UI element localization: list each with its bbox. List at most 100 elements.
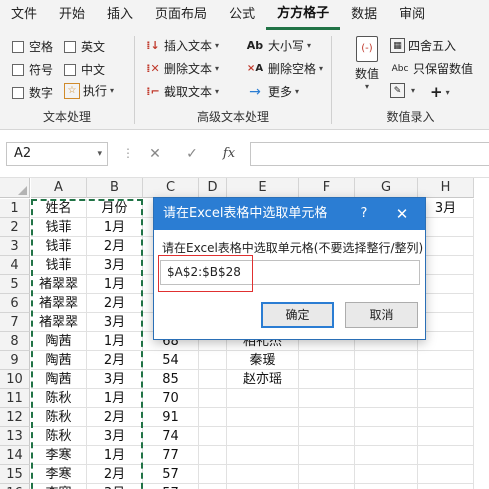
help-icon[interactable]: ? xyxy=(356,198,372,230)
delete-text-button[interactable]: ⁞✕ 删除文本 ▾ xyxy=(145,60,219,77)
cell-h1[interactable]: 3月 xyxy=(418,199,474,218)
cell-h3[interactable] xyxy=(418,237,474,256)
round-button[interactable]: ▦ 四舍五入 xyxy=(390,37,456,54)
cell-h14[interactable] xyxy=(418,446,474,465)
cell-c14[interactable]: 77 xyxy=(143,446,199,465)
cell-e16[interactable] xyxy=(227,484,299,489)
cell-d16[interactable] xyxy=(199,484,227,489)
menu-fangfang-gezi[interactable]: 方方格子 xyxy=(266,0,341,30)
cell-a11[interactable]: 陈秋 xyxy=(31,389,87,408)
cell-a5[interactable]: 褚翠翠 xyxy=(31,275,87,294)
cell-d11[interactable] xyxy=(199,389,227,408)
cell-f12[interactable] xyxy=(299,408,355,427)
menu-file[interactable]: 文件 xyxy=(0,0,48,30)
cell-b3[interactable]: 2月 xyxy=(87,237,143,256)
cell-d13[interactable] xyxy=(199,427,227,446)
ok-button[interactable]: 确定 xyxy=(261,302,334,328)
checkbox-symbol[interactable]: 符号 xyxy=(12,61,53,78)
checkbox-english[interactable]: 英文 xyxy=(64,38,105,55)
cell-h2[interactable] xyxy=(418,218,474,237)
cell-e10[interactable]: 赵亦瑶 xyxy=(227,370,299,389)
cell-g16[interactable] xyxy=(355,484,418,489)
cell-e14[interactable] xyxy=(227,446,299,465)
cell-f11[interactable] xyxy=(299,389,355,408)
cell-a6[interactable]: 褚翠翠 xyxy=(31,294,87,313)
cell-a2[interactable]: 钱菲 xyxy=(31,218,87,237)
case-button[interactable]: Ab 大小写 ▾ xyxy=(245,37,311,54)
column-header-h[interactable]: H xyxy=(418,178,474,198)
range-input[interactable]: $A$2:$B$28 xyxy=(160,260,420,285)
cell-g15[interactable] xyxy=(355,465,418,484)
cell-e12[interactable] xyxy=(227,408,299,427)
keep-value-button[interactable]: Abc 只保留数值 xyxy=(390,60,473,77)
cell-b5[interactable]: 1月 xyxy=(87,275,143,294)
cell-g12[interactable] xyxy=(355,408,418,427)
cell-b16[interactable]: 3月 xyxy=(87,484,143,489)
cell-d12[interactable] xyxy=(199,408,227,427)
cell-b13[interactable]: 3月 xyxy=(87,427,143,446)
cell-b6[interactable]: 2月 xyxy=(87,294,143,313)
cancel-icon[interactable]: ✕ xyxy=(143,142,167,166)
menu-formulas[interactable]: 公式 xyxy=(218,0,266,30)
row-header[interactable]: 15 xyxy=(0,465,30,484)
checkbox-chinese[interactable]: 中文 xyxy=(64,61,105,78)
column-header-e[interactable]: E xyxy=(227,178,299,198)
checkbox-space[interactable]: 空格 xyxy=(12,38,53,55)
dialog-title-bar[interactable]: 请在Excel表格中选取单元格 ? ✕ xyxy=(154,198,425,230)
cell-h7[interactable] xyxy=(418,313,474,332)
cell-g11[interactable] xyxy=(355,389,418,408)
row-header[interactable]: 2 xyxy=(0,218,30,237)
column-header-a[interactable]: A xyxy=(31,178,87,198)
cell-b8[interactable]: 1月 xyxy=(87,332,143,351)
cell-g9[interactable] xyxy=(355,351,418,370)
row-header[interactable]: 9 xyxy=(0,351,30,370)
cell-f15[interactable] xyxy=(299,465,355,484)
execute-button[interactable]: ☆ 执行 ▾ xyxy=(64,82,114,99)
cell-h8[interactable] xyxy=(418,332,474,351)
cell-e9[interactable]: 秦瑗 xyxy=(227,351,299,370)
row-header[interactable]: 12 xyxy=(0,408,30,427)
cell-h9[interactable] xyxy=(418,351,474,370)
cell-b12[interactable]: 2月 xyxy=(87,408,143,427)
checkbox-number[interactable]: 数字 xyxy=(12,84,53,101)
row-header[interactable]: 13 xyxy=(0,427,30,446)
cell-b11[interactable]: 1月 xyxy=(87,389,143,408)
cell-a1[interactable]: 姓名 xyxy=(31,199,87,218)
row-header[interactable]: 11 xyxy=(0,389,30,408)
cell-e15[interactable] xyxy=(227,465,299,484)
row-header[interactable]: 8 xyxy=(0,332,30,351)
cell-d14[interactable] xyxy=(199,446,227,465)
close-icon[interactable]: ✕ xyxy=(392,198,412,230)
row-header[interactable]: 14 xyxy=(0,446,30,465)
cell-c10[interactable]: 85 xyxy=(143,370,199,389)
edit-values-button[interactable]: ✎ ▾ xyxy=(390,83,415,98)
more-button[interactable]: → 更多 ▾ xyxy=(245,83,299,100)
name-box[interactable]: A2 ▾ xyxy=(6,142,108,166)
insert-text-button[interactable]: ⁞↓ 插入文本 ▾ xyxy=(145,37,219,54)
row-header[interactable]: 10 xyxy=(0,370,30,389)
cell-h10[interactable] xyxy=(418,370,474,389)
select-all-corner[interactable] xyxy=(0,178,30,198)
cell-f16[interactable] xyxy=(299,484,355,489)
cell-b2[interactable]: 1月 xyxy=(87,218,143,237)
menu-insert[interactable]: 插入 xyxy=(96,0,144,30)
menu-page-layout[interactable]: 页面布局 xyxy=(144,0,218,30)
cell-h15[interactable] xyxy=(418,465,474,484)
cell-d15[interactable] xyxy=(199,465,227,484)
menu-data[interactable]: 数据 xyxy=(340,0,388,30)
cell-h13[interactable] xyxy=(418,427,474,446)
cell-d10[interactable] xyxy=(199,370,227,389)
cell-b1[interactable]: 月份 xyxy=(87,199,143,218)
confirm-icon[interactable]: ✓ xyxy=(180,142,204,166)
row-header[interactable]: 6 xyxy=(0,294,30,313)
cell-a4[interactable]: 钱菲 xyxy=(31,256,87,275)
cell-h16[interactable] xyxy=(418,484,474,489)
cell-b10[interactable]: 3月 xyxy=(87,370,143,389)
row-header[interactable]: 1 xyxy=(0,199,30,218)
column-header-c[interactable]: C xyxy=(143,178,199,198)
cell-h12[interactable] xyxy=(418,408,474,427)
cancel-button[interactable]: 取消 xyxy=(345,302,418,328)
cell-a13[interactable]: 陈秋 xyxy=(31,427,87,446)
cell-g10[interactable] xyxy=(355,370,418,389)
cell-g13[interactable] xyxy=(355,427,418,446)
